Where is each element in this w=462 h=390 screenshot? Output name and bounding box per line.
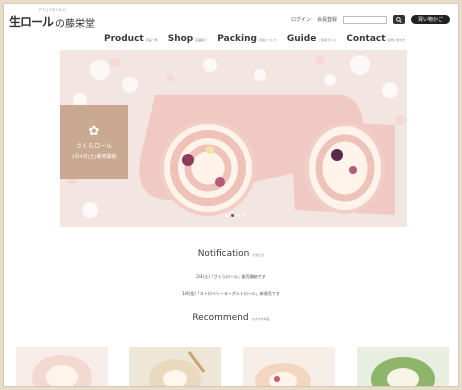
recommend-item[interactable] bbox=[357, 347, 449, 386]
logo-mark: 生ロール bbox=[9, 15, 54, 29]
nav-label: Contact bbox=[346, 34, 386, 44]
notification-title: Notification bbox=[197, 249, 250, 259]
promo-date: 2月4日(土)販売開始 bbox=[71, 153, 117, 160]
recommend-item[interactable] bbox=[243, 347, 335, 386]
slider-dot[interactable] bbox=[243, 214, 246, 217]
register-link[interactable]: 会員登録 bbox=[317, 16, 337, 23]
main-nav: Product 商品一覧 Shop 店舗紹介 Packing 包装について Gu… bbox=[104, 34, 406, 44]
nav-item-guide[interactable]: Guide ご利用ガイド bbox=[287, 34, 336, 44]
product-image bbox=[357, 347, 449, 386]
promo-title: さくらロール bbox=[75, 142, 112, 150]
nav-label: Guide bbox=[286, 34, 317, 44]
nav-sublabel: お問い合わせ bbox=[387, 38, 406, 42]
nav-label: Product bbox=[104, 34, 144, 44]
nav-sublabel: ご利用ガイド bbox=[318, 38, 337, 42]
nav-item-contact[interactable]: Contact お問い合わせ bbox=[346, 34, 405, 44]
header: 生ロール の藤栄堂 FUJIEIDO ログイン 会員登録 買い物かご Produ… bbox=[4, 4, 458, 48]
slider-dot[interactable] bbox=[237, 214, 240, 217]
recommend-list bbox=[16, 347, 449, 386]
nav-sublabel: 店舗紹介 bbox=[195, 38, 208, 42]
promo-badge: ✿ さくらロール 2月4日(土)販売開始 bbox=[60, 105, 128, 179]
recommend-subtitle: おすすめ商品 bbox=[251, 317, 270, 321]
nav-label: Packing bbox=[217, 34, 257, 44]
recommend-title: Recommend bbox=[192, 313, 249, 323]
product-image bbox=[129, 347, 221, 386]
nav-item-shop[interactable]: Shop 店舗紹介 bbox=[168, 34, 208, 44]
slider-dot[interactable] bbox=[225, 214, 228, 217]
slider-dots bbox=[225, 214, 246, 217]
nav-sublabel: 包装について bbox=[258, 38, 277, 42]
search-input[interactable] bbox=[342, 15, 387, 24]
browser-frame: 生ロール の藤栄堂 FUJIEIDO ログイン 会員登録 買い物かご Produ… bbox=[4, 4, 458, 386]
utility-bar: ログイン 会員登録 買い物かご bbox=[291, 15, 450, 24]
logo-name: の藤栄堂 bbox=[55, 19, 96, 30]
news-item[interactable]: 2/4(土)「さくらロール」販売開始です bbox=[4, 274, 458, 280]
cart-button[interactable]: 買い物かご bbox=[410, 15, 450, 24]
recommend-heading: Recommend おすすめ商品 bbox=[4, 313, 458, 323]
nav-label: Shop bbox=[167, 34, 194, 44]
login-link[interactable]: ログイン bbox=[291, 16, 311, 23]
notification-subtitle: お知らせ bbox=[252, 253, 265, 257]
logo-subtitle: FUJIEIDO bbox=[39, 7, 68, 12]
search-button[interactable] bbox=[392, 15, 405, 24]
recommend-item[interactable] bbox=[16, 347, 108, 386]
nav-sublabel: 商品一覧 bbox=[145, 38, 158, 42]
recommend-item[interactable] bbox=[129, 347, 221, 386]
site-logo[interactable]: 生ロール の藤栄堂 FUJIEIDO bbox=[9, 7, 96, 30]
slider-dot-active[interactable] bbox=[231, 214, 234, 217]
hero-slider[interactable]: ✿ さくらロール 2月4日(土)販売開始 bbox=[60, 50, 407, 227]
sakura-icon: ✿ bbox=[88, 123, 100, 139]
news-item[interactable]: 1/6(金)「ストロベリーヨーグルトロール」新発売です bbox=[4, 291, 458, 297]
product-image bbox=[243, 347, 335, 386]
cart-label: 買い物かご bbox=[417, 17, 443, 23]
nav-item-product[interactable]: Product 商品一覧 bbox=[104, 34, 158, 44]
search-icon bbox=[396, 16, 402, 23]
notification-heading: Notification お知らせ bbox=[4, 249, 458, 259]
nav-item-packing[interactable]: Packing 包装について bbox=[217, 34, 277, 44]
product-image bbox=[16, 347, 108, 386]
